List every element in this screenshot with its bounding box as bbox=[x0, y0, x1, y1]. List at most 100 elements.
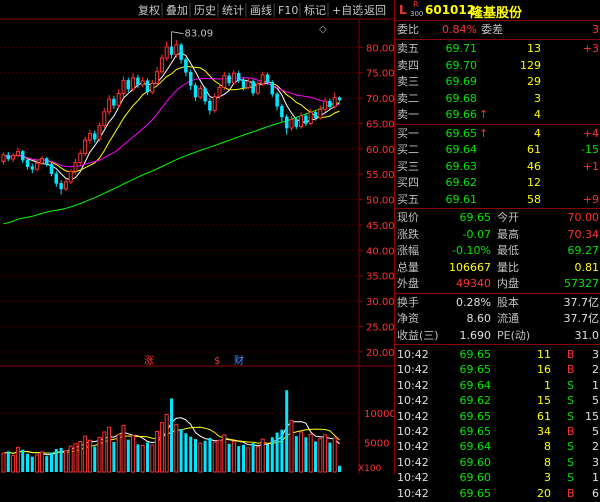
candle-body bbox=[289, 118, 294, 129]
kline-chart[interactable]: 复权 叠加 历史 统计 画线 F10 标记 +自选 返回 ◇ 80.00 75.00 70.00 65… bbox=[0, 0, 396, 474]
weibi-label: 委比 bbox=[397, 23, 419, 36]
candle-body bbox=[332, 97, 337, 108]
bid-change: +4 bbox=[582, 126, 599, 140]
bid-price: 69.62 bbox=[445, 176, 478, 189]
toolbar-button-label[interactable]: 画线 bbox=[250, 3, 272, 17]
weicha-value: 3 bbox=[592, 23, 599, 36]
candle-body bbox=[11, 154, 16, 160]
quote-row: 现价 69.65 今开 70.00 bbox=[395, 209, 600, 226]
toolbar-button-1[interactable]: 叠加 bbox=[166, 4, 188, 17]
volume-bar bbox=[45, 456, 49, 472]
bid-level-label: 买二 bbox=[397, 143, 419, 156]
candle-body bbox=[150, 82, 155, 93]
candle-body bbox=[169, 46, 174, 55]
candle-body bbox=[275, 93, 279, 107]
quote-row: 涨跌 -0.07 最高 70.34 bbox=[395, 226, 600, 243]
volume-bar bbox=[140, 445, 145, 473]
candle-body bbox=[155, 71, 160, 84]
ask-arrow-icon: ↑ bbox=[479, 108, 489, 121]
fundamental-label: PE(动) bbox=[497, 328, 531, 342]
candle-body bbox=[59, 183, 63, 190]
toolbar-button-6[interactable]: 标记 bbox=[304, 3, 326, 17]
volume-bar bbox=[83, 435, 88, 473]
ask-level-label: 卖三 bbox=[397, 75, 419, 88]
candle-body bbox=[284, 116, 289, 129]
zhang-marker[interactable]: 涨 bbox=[144, 355, 154, 367]
candle-body bbox=[126, 80, 131, 90]
candle-body bbox=[304, 115, 308, 124]
candle-body bbox=[102, 111, 107, 127]
volume-bar bbox=[174, 423, 179, 473]
candle-body bbox=[294, 119, 299, 127]
fundamental-value: 0.28% bbox=[456, 295, 491, 309]
toolbar-button-label[interactable]: 历史 bbox=[194, 4, 216, 17]
toolbar-button-label[interactable]: F10 bbox=[278, 4, 298, 17]
candle-body bbox=[313, 112, 318, 119]
tick-count: 6 bbox=[592, 486, 599, 500]
stock-header: L R 300 601012 隆基股份 bbox=[395, 0, 600, 21]
finance-marker[interactable]: 财 bbox=[234, 354, 244, 367]
tick-volume: 20 bbox=[537, 486, 551, 500]
high-pointer bbox=[171, 31, 184, 35]
ask-price: 69.68 bbox=[445, 91, 478, 105]
volume-bar bbox=[255, 446, 260, 473]
quote-value: 69.27 bbox=[567, 244, 600, 257]
toolbar-button-4[interactable]: 画线 bbox=[250, 3, 272, 17]
quote-label: 总量 bbox=[397, 260, 419, 274]
badge-bottom: 300 bbox=[410, 10, 424, 18]
volume-bar bbox=[39, 451, 44, 473]
price-tick-label: 65.00 bbox=[366, 119, 394, 130]
tick-side: B bbox=[567, 486, 575, 500]
fundamental-row: 净资 8.60 流通 37.7亿 bbox=[395, 310, 600, 327]
quote-label: 涨跌 bbox=[397, 227, 419, 241]
toolbar-button-0[interactable]: 复权 bbox=[138, 3, 160, 17]
toolbar-button-label[interactable]: 标记 bbox=[304, 3, 326, 17]
candle-body bbox=[116, 93, 121, 106]
stock-code: 601012 bbox=[425, 3, 476, 17]
candle-body bbox=[241, 79, 246, 88]
toolbar-button-2[interactable]: 历史 bbox=[194, 4, 216, 17]
candle-body bbox=[145, 80, 150, 93]
volume-bar bbox=[78, 440, 83, 473]
candle-body bbox=[337, 97, 342, 101]
dollar-marker[interactable]: $ bbox=[214, 356, 220, 367]
volume-bar bbox=[246, 447, 251, 473]
candle-body bbox=[1, 154, 6, 163]
toolbar-button-label[interactable]: 返回 bbox=[364, 4, 386, 17]
candle-body bbox=[246, 80, 251, 88]
toolbar-button-label[interactable]: 复权 bbox=[138, 3, 160, 17]
volume-bar bbox=[59, 447, 63, 472]
volume-bar bbox=[289, 419, 294, 473]
candle-body bbox=[68, 170, 73, 183]
ask-volume: 4 bbox=[534, 108, 541, 121]
volume-bar bbox=[73, 443, 78, 473]
candle-body bbox=[270, 82, 275, 95]
toolbar-button-label[interactable]: +自选 bbox=[332, 4, 363, 17]
price-tick-label: 60.00 bbox=[366, 145, 394, 156]
candle-body bbox=[222, 75, 227, 88]
candle-body bbox=[260, 74, 265, 85]
toolbar-button-5[interactable]: F10 bbox=[278, 4, 298, 17]
volume-bar bbox=[184, 433, 188, 472]
volume-bar bbox=[93, 446, 97, 472]
fundamental-value: 31.0 bbox=[574, 328, 600, 342]
toolbar-button-label[interactable]: 统计 bbox=[222, 4, 244, 17]
weibi-row: 委比 0.84% 委差 3 bbox=[395, 21, 600, 38]
price-tick-label: 45.00 bbox=[366, 221, 394, 232]
toolbar-button-label[interactable]: 叠加 bbox=[166, 4, 188, 17]
kline-chart-area[interactable]: 复权 叠加 历史 统计 画线 F10 标记 +自选 返回 ◇ 80.00 75.00 70.00 65… bbox=[0, 0, 396, 474]
bid-change: -15 bbox=[581, 143, 599, 156]
volume-bar bbox=[15, 446, 20, 473]
ask-row: 卖一 69.66 4 ↑ bbox=[395, 106, 600, 123]
toolbar-button-3[interactable]: 统计 bbox=[222, 4, 244, 17]
toolbar-button-7[interactable]: +自选 bbox=[332, 4, 363, 17]
chart-options-icon[interactable]: ◇ bbox=[319, 24, 327, 35]
quote-value: 57327 bbox=[564, 277, 599, 290]
toolbar-button-8[interactable]: 返回 bbox=[364, 4, 386, 17]
price-tick-label: 70.00 bbox=[366, 94, 394, 105]
quote-row: 涨幅 -0.10% 最低 69.27 bbox=[395, 242, 600, 259]
fundamental-row: 收益(三) 1.690 PE(动) 31.0 bbox=[395, 327, 600, 344]
ask-volume: 13 bbox=[527, 42, 541, 55]
volume-bar bbox=[170, 398, 173, 472]
ask-row: 卖二 69.68 3 bbox=[395, 90, 600, 107]
